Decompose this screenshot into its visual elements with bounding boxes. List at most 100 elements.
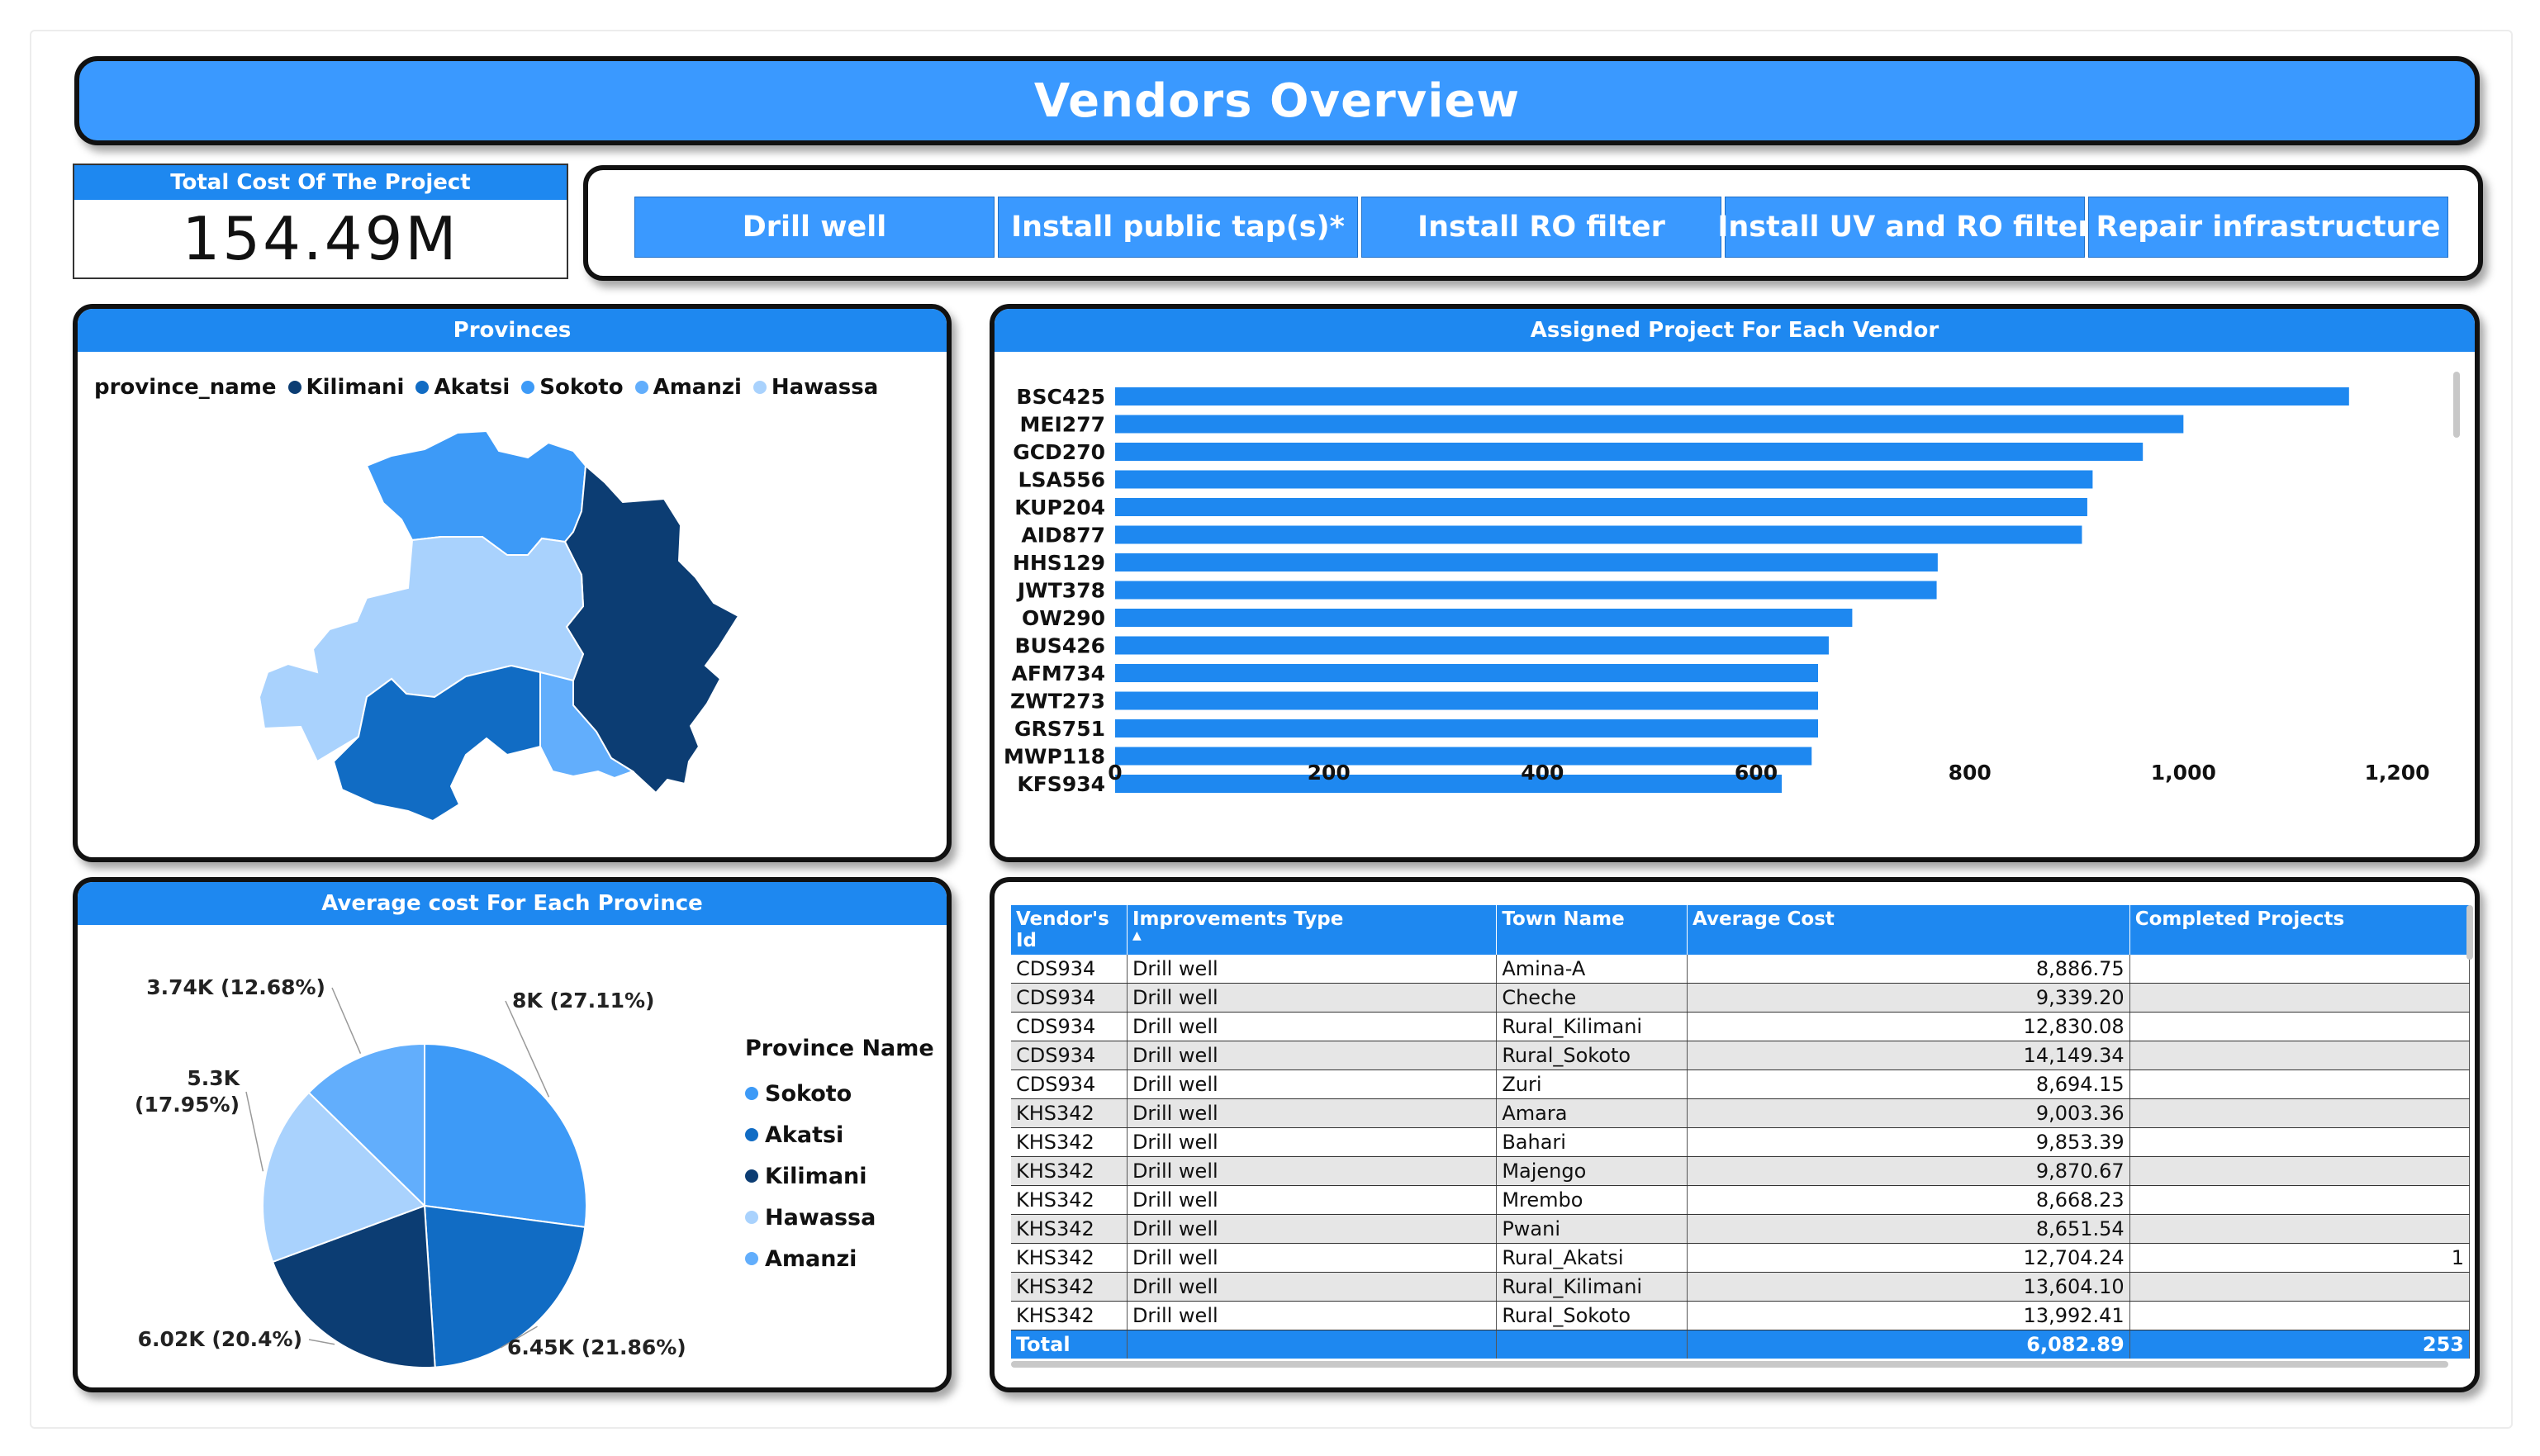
bar-HHS129[interactable] (1115, 553, 1938, 571)
bar-GRS751[interactable] (1115, 719, 1819, 737)
bar-category-label: MEI277 (1020, 413, 1105, 437)
slicer-drill-well-button[interactable]: Drill well (634, 197, 995, 258)
table-row[interactable]: KHS342 Drill well Mrembo 8,668.23 (1011, 1185, 2471, 1215)
bar-category-label: BSC425 (1016, 385, 1105, 409)
table-row[interactable]: KHS342 Drill well Amara 9,003.36 (1011, 1098, 2471, 1128)
bar-MWP118[interactable] (1115, 747, 1812, 766)
table-cell: Drill well (1127, 1041, 1498, 1070)
table-cell: KHS342 (1011, 1301, 1128, 1330)
col-header-average-cost[interactable]: Average Cost (1687, 905, 2130, 955)
table-cell: 12,830.08 (1687, 1012, 2130, 1041)
bar-LSA556[interactable] (1115, 470, 2093, 489)
bar-category-label: KUP204 (1014, 496, 1105, 519)
bar-KFS934[interactable] (1115, 775, 1783, 793)
table-cell: Rural_Akatsi (1496, 1243, 1688, 1273)
table-row[interactable]: KHS342 Drill well Bahari 9,853.39 (1011, 1127, 2471, 1157)
bar-OW290[interactable] (1115, 609, 1853, 627)
col-header-town-name[interactable]: Town Name (1496, 905, 1688, 955)
table-row[interactable]: CDS934 Drill well Amina-A 8,886.75 (1011, 955, 2471, 984)
table-cell: KHS342 (1011, 1098, 1128, 1128)
bar-category-label: GRS751 (1014, 717, 1105, 741)
table-cell: 9,339.20 (1687, 983, 2130, 1013)
table-cell: Majengo (1496, 1156, 1688, 1186)
pie-data-label: 6.45K (21.86%) (507, 1335, 686, 1359)
bar-chart-scrollbar[interactable] (2453, 372, 2460, 438)
total-cost-value: 154.49M (182, 204, 459, 273)
table-horizontal-scrollbar[interactable] (1011, 1361, 2448, 1368)
table-cell: Drill well (1127, 1214, 1498, 1244)
improvement-type-slicer: Drill well Install public tap(s)* Instal… (583, 165, 2483, 281)
total-cell: 253 (2129, 1330, 2471, 1359)
total-cost-card[interactable]: Total Cost Of The Project 154.49M (73, 164, 568, 279)
table-cell: Cheche (1496, 983, 1688, 1013)
table-cell: Drill well (1127, 1098, 1498, 1128)
table-cell: CDS934 (1011, 1012, 1128, 1041)
pie-slice-sokoto[interactable] (424, 1042, 587, 1229)
x-axis-tick-label: 1,200 (2364, 761, 2429, 785)
pie-legend-item-akatsi[interactable]: Akatsi (745, 1114, 934, 1155)
table-cell: Drill well (1127, 1012, 1498, 1041)
table-row[interactable]: CDS934 Drill well Rural_Sokoto 14,149.34 (1011, 1041, 2471, 1070)
table-row[interactable]: CDS934 Drill well Cheche 9,339.20 (1011, 983, 2471, 1013)
table-cell (2129, 1156, 2471, 1186)
bar-BSC425[interactable] (1115, 387, 2349, 405)
pie-legend-item-hawassa[interactable]: Hawassa (745, 1197, 934, 1238)
pie-legend-title: Province Name (745, 1036, 934, 1061)
bar-AFM734[interactable] (1115, 664, 1819, 682)
table-cell: 13,604.10 (1687, 1272, 2130, 1302)
total-cell: 6,082.89 (1687, 1330, 2130, 1359)
table-cell: KHS342 (1011, 1156, 1128, 1186)
bar-ZWT273[interactable] (1115, 691, 1819, 710)
bar-BUS426[interactable] (1115, 636, 1829, 655)
table-cell: Drill well (1127, 955, 1498, 984)
bar-category-label: AFM734 (1012, 662, 1106, 685)
table-cell: Rural_Sokoto (1496, 1301, 1688, 1330)
legend-label: Amanzi (765, 1245, 857, 1272)
table-row[interactable]: KHS342 Drill well Pwani 8,651.54 (1011, 1214, 2471, 1244)
table-row[interactable]: CDS934 Drill well Zuri 8,694.15 (1011, 1069, 2471, 1099)
bar-category-label: JWT378 (1016, 579, 1105, 603)
pie-data-label: 6.02K (20.4%) (138, 1327, 302, 1351)
vendor-table-panel: Vendor's Id Improvements Type ▲ Town Name… (990, 877, 2480, 1392)
slicer-install-uv-ro-filter-button[interactable]: Install UV and RO filter (1717, 197, 2092, 258)
table-row[interactable]: KHS342 Drill well Rural_Akatsi 12,704.24 1 (1011, 1243, 2471, 1273)
table-cell (2129, 983, 2471, 1013)
pie-legend: Province Name Sokoto Akatsi Kilimani Haw… (745, 1036, 934, 1279)
table-cell (2129, 1098, 2471, 1128)
table-cell: Amara (1496, 1098, 1688, 1128)
total-cost-label: Total Cost Of The Project (74, 165, 567, 200)
table-row[interactable]: KHS342 Drill well Rural_Sokoto 13,992.41 (1011, 1301, 2471, 1330)
slicer-repair-infrastructure-button[interactable]: Repair infrastructure (2088, 197, 2448, 258)
table-row[interactable]: KHS342 Drill well Majengo 9,870.67 (1011, 1156, 2471, 1186)
bar-JWT378[interactable] (1115, 581, 1937, 600)
bar-KUP204[interactable] (1115, 498, 2087, 516)
slicer-install-public-tap-button[interactable]: Install public tap(s)* (998, 197, 1358, 258)
x-axis-tick-label: 600 (1735, 761, 1778, 785)
table-cell: CDS934 (1011, 955, 1128, 984)
province-cost-panel: Average cost For Each Province 8K (27.11… (73, 877, 952, 1392)
pie-legend-item-kilimani[interactable]: Kilimani (745, 1155, 934, 1197)
table-vertical-scrollbar[interactable] (2466, 905, 2473, 960)
table-row[interactable]: KHS342 Drill well Rural_Kilimani 13,604.10 (1011, 1272, 2471, 1302)
table-cell: Drill well (1127, 1272, 1498, 1302)
table-row[interactable]: CDS934 Drill well Rural_Kilimani 12,830.08 (1011, 1012, 2471, 1041)
bar-GCD270[interactable] (1115, 443, 2144, 461)
bar-AID877[interactable] (1115, 525, 2082, 544)
total-cell (1496, 1330, 1688, 1359)
bar-MEI277[interactable] (1115, 415, 2184, 434)
pie-legend-item-sokoto[interactable]: Sokoto (745, 1073, 934, 1114)
legend-dot-icon (745, 1252, 758, 1265)
x-axis-tick-label: 0 (1108, 761, 1122, 785)
province-cost-panel-title: Average cost For Each Province (78, 882, 947, 925)
total-cell: Total (1011, 1330, 1128, 1359)
report-title-bar: Vendors Overview (74, 56, 2480, 145)
table-cell: Drill well (1127, 1185, 1498, 1215)
table-cell: 1 (2129, 1243, 2471, 1273)
slicer-install-ro-filter-button[interactable]: Install RO filter (1361, 197, 1721, 258)
pie-legend-item-amanzi[interactable]: Amanzi (745, 1238, 934, 1279)
col-header-completed-projects[interactable]: Completed Projects (2129, 905, 2471, 955)
col-header-improvements-type[interactable]: Improvements Type ▲ (1127, 905, 1498, 955)
table-cell: Drill well (1127, 983, 1498, 1013)
col-header-vendor-id[interactable]: Vendor's Id (1011, 905, 1128, 955)
table-cell: 12,704.24 (1687, 1243, 2130, 1273)
